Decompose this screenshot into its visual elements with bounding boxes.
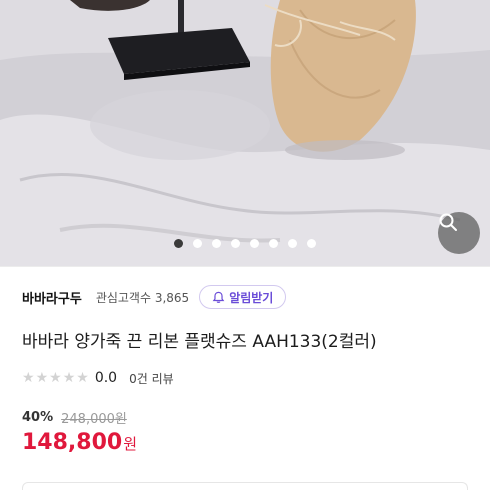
product-photo <box>0 0 490 267</box>
star-icon: ★ <box>22 370 35 386</box>
gallery-dot[interactable] <box>307 239 316 248</box>
rating-row[interactable]: ★ ★ ★ ★ ★ 0.0 0건 리뷰 <box>22 368 174 388</box>
sale-price: 148,800 <box>22 430 123 455</box>
star-rating: ★ ★ ★ ★ ★ <box>22 371 89 385</box>
sale-price-row: 148,800 원 <box>22 430 137 462</box>
gallery-dot[interactable] <box>231 239 240 248</box>
shop-name-link[interactable]: 바바라구두 <box>22 288 82 307</box>
alarm-label: 알림받기 <box>229 290 274 305</box>
zoom-button[interactable] <box>438 212 480 254</box>
gallery-dot[interactable] <box>212 239 221 248</box>
discount-row: 40% 248,000원 <box>22 408 127 427</box>
star-icon: ★ <box>62 370 76 386</box>
product-image-gallery[interactable] <box>0 0 490 267</box>
section-divider <box>0 266 490 267</box>
alarm-subscribe-button[interactable]: 알림받기 <box>199 285 287 309</box>
product-title: 바바라 양가죽 끈 리본 플랫슈즈 AAH133(2컬러) <box>22 332 377 352</box>
review-count-link[interactable]: 0건 리뷰 <box>129 370 174 387</box>
gallery-dot[interactable] <box>288 239 297 248</box>
gallery-dot[interactable] <box>193 239 202 248</box>
follower-count: 관심고객수 3,865 <box>95 290 190 305</box>
star-icon: ★ <box>76 370 89 386</box>
currency-unit: 원 <box>123 435 138 453</box>
star-icon: ★ <box>49 370 62 386</box>
bell-icon <box>212 291 225 303</box>
star-icon: ★ <box>35 370 49 386</box>
original-price: 248,000원 <box>61 411 127 427</box>
rating-value: 0.0 <box>94 370 118 386</box>
gallery-dot[interactable] <box>269 239 278 248</box>
gallery-dot[interactable] <box>174 239 183 248</box>
shop-info: 바바라구두 관심고객수 3,865 알림받기 <box>22 284 472 310</box>
search-icon <box>439 213 457 231</box>
gallery-dot[interactable] <box>250 239 259 248</box>
gallery-pagination <box>0 236 490 250</box>
discount-rate: 40% <box>22 409 54 425</box>
option-select-box[interactable] <box>22 482 468 490</box>
